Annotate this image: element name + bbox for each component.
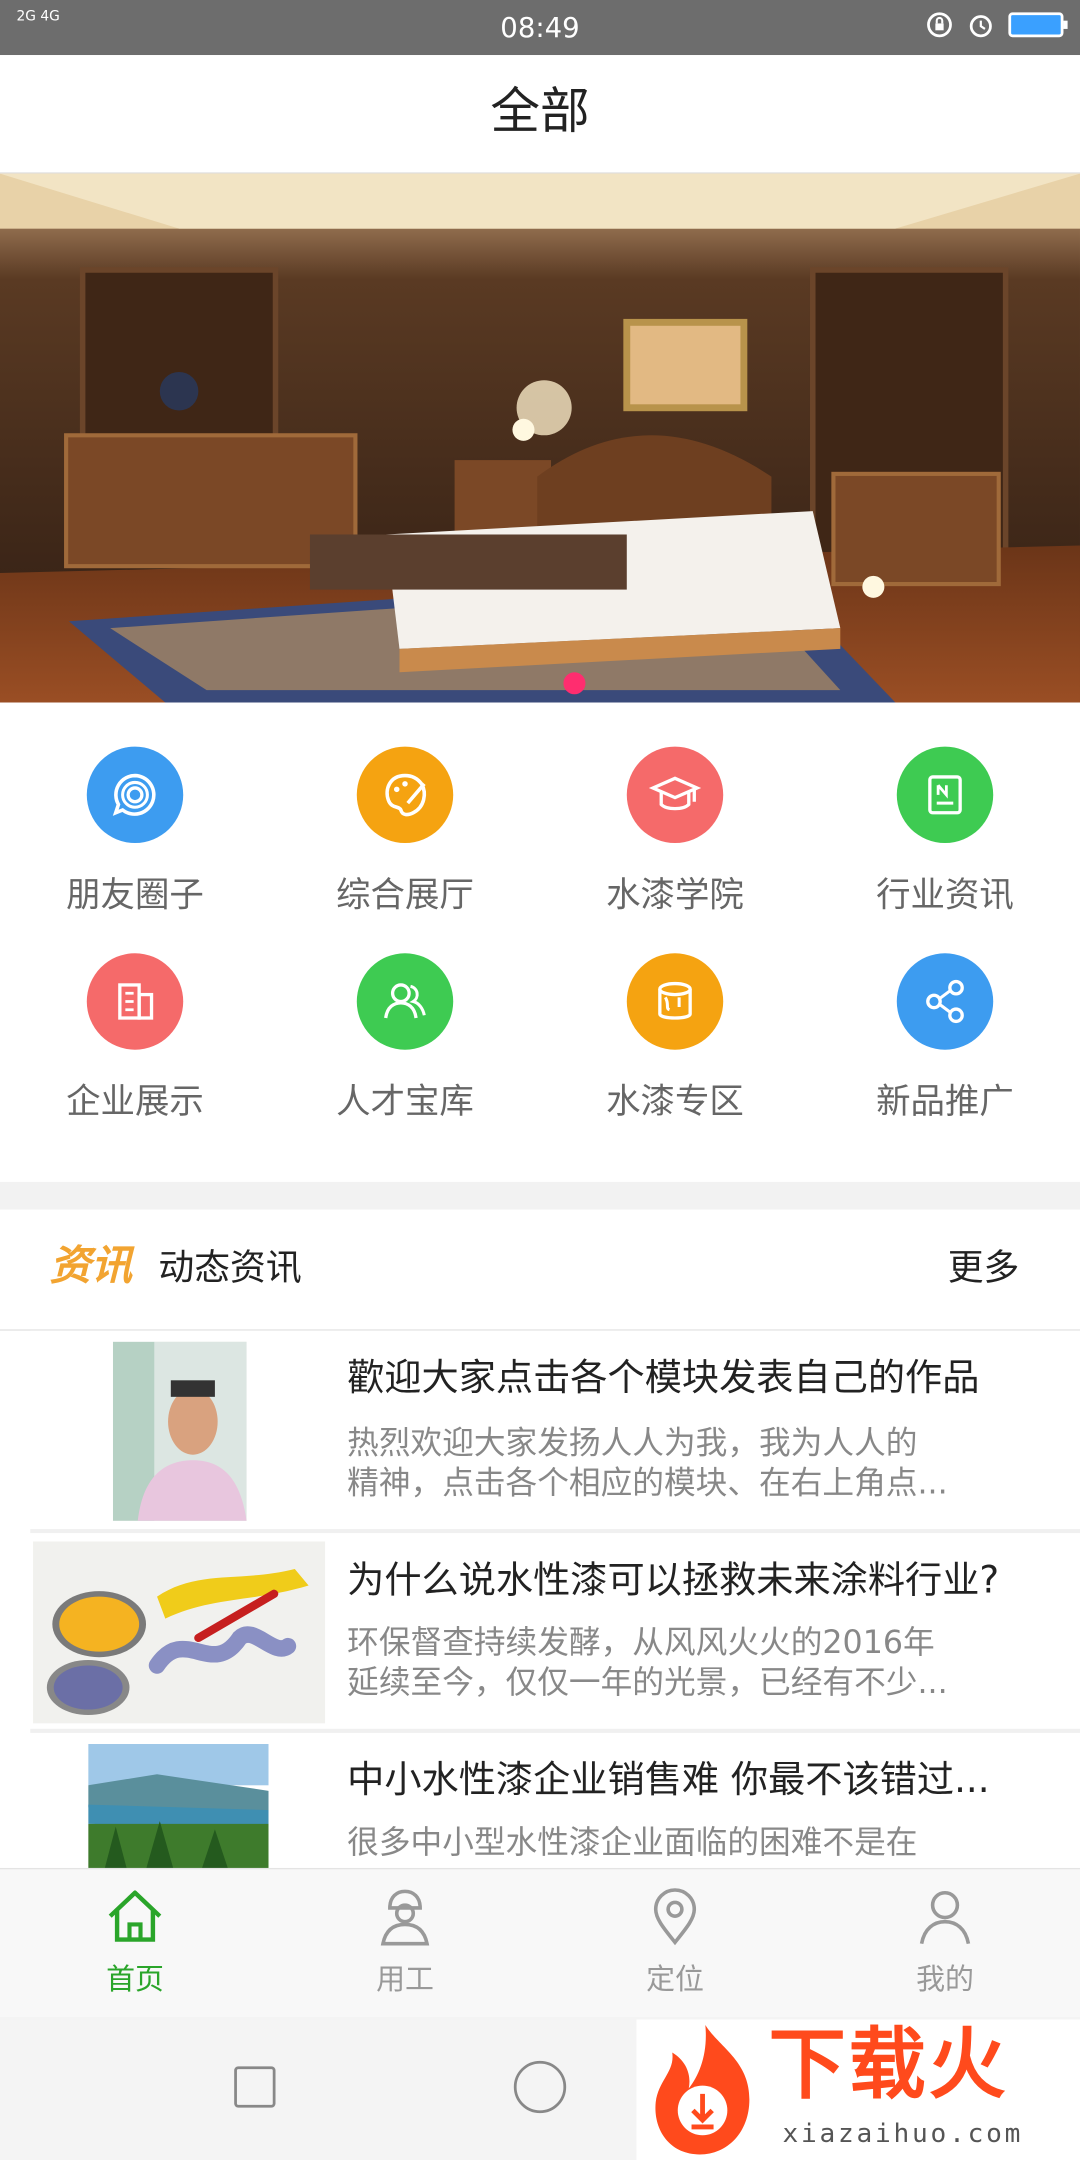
graduation-cap-icon [626,746,724,844]
grid-item-label: 新品推广 [876,1081,1014,1122]
grid-item-friends[interactable]: 朋友圈子 [0,744,270,951]
chat-bubble-icon [86,746,184,844]
tab-jobs[interactable]: 用工 [270,1869,540,2018]
more-link[interactable]: 更多 [948,1245,1020,1292]
recent-apps-button[interactable] [234,2066,276,2108]
news-item-desc: 环保督查持续发酵，从风风火火的2016年 [347,1625,935,1662]
man-portrait-photo [112,1341,247,1521]
people-icon [356,953,454,1050]
grid-item-label: 水漆学院 [606,874,744,915]
grid-item-paint-zone[interactable]: 水漆专区 [540,951,810,1158]
news-section-title: 动态资讯 [158,1248,302,1290]
battery-charging-icon [1008,12,1068,38]
grid-item-enterprise[interactable]: 企业展示 [0,951,270,1158]
alarm-icon [969,15,992,38]
worker-icon [380,1889,430,1946]
news-section-header: 资讯 动态资讯 更多 [0,1209,1080,1331]
bottom-tab-bar: 首页 用工 定位 我的 [0,1867,1080,2018]
grid-item-label: 水漆专区 [606,1081,744,1122]
status-bar: 2G 4G 08:49 [0,0,1080,56]
grid-item-talent[interactable]: 人才宝库 [270,951,540,1158]
news-item-desc: 很多中小型水性漆企业面临的困难不是在 [347,1825,918,1862]
watermark-name: 下载火 [768,2020,1009,2111]
news-item-title: 中小水性漆企业销售难 你最不该错过... [347,1759,990,1802]
status-time: 08:49 [500,11,580,45]
tab-label: 用工 [376,1963,434,1997]
grid-item-label: 人才宝库 [336,1081,474,1122]
watermark-logo: 下载火 xiazaihuo.com [636,2019,1080,2160]
home-icon [108,1890,162,1942]
news-item[interactable]: 为什么说水性漆可以拯救未来涂料行业? 环保督查持续发酵，从风风火火的2016年 … [30,1533,1080,1729]
paint-cans-photo [33,1541,326,1724]
grid-item-label: 企业展示 [66,1081,204,1122]
grid-item-label: 行业资讯 [876,874,1014,915]
palette-icon [356,746,454,844]
grid-item-industry-news[interactable]: 行业资讯 [810,744,1080,951]
tab-location[interactable]: 定位 [540,1869,810,2018]
banner-image [0,173,1080,703]
paint-bucket-icon [626,953,724,1050]
tab-label: 首页 [106,1963,164,1997]
location-pin-icon [653,1888,697,1946]
app-screen: 2G 4G 08:49 全部 朋友圈子 综合展厅 水漆学院 行业资讯 企业展示 … [0,0,1080,2160]
news-item[interactable]: 歡迎大家点击各个模块发表自己的作品 热烈欢迎大家发扬人人为我，我为人人的 精神，… [30,1330,1080,1530]
news-item-desc: 延续至今，仅仅一年的光景，已经有不少... [347,1665,948,1702]
grid-item-label: 综合展厅 [336,874,474,915]
tab-label: 定位 [646,1963,704,1997]
watermark-url: xiazaihuo.com [782,2118,1024,2149]
news-item[interactable]: 中小水性漆企业销售难 你最不该错过... 很多中小型水性漆企业面临的困难不是在 [30,1732,1080,1868]
news-item-title: 歡迎大家点击各个模块发表自己的作品 [347,1356,980,1400]
grid-item-label: 朋友圈子 [66,874,204,915]
lake-landscape-photo [88,1743,269,1868]
user-icon [919,1890,971,1945]
news-brand-logo: 资讯 [49,1242,133,1291]
share-icon [896,953,994,1050]
carousel-indicator-dot[interactable] [562,671,587,696]
building-icon [86,953,184,1050]
section-divider [0,1181,1080,1210]
news-item-title: 为什么说水性漆可以拯救未来涂料行业? [347,1559,1000,1603]
newspaper-icon [896,746,994,844]
tab-profile[interactable]: 我的 [810,1869,1080,2018]
lock-rotate-icon [927,12,952,38]
grid-item-academy[interactable]: 水漆学院 [540,744,810,951]
top-header: 全部 [0,55,1080,174]
page-title: 全部 [490,84,590,141]
grid-item-showroom[interactable]: 综合展厅 [270,744,540,951]
banner-carousel[interactable] [0,173,1080,703]
flame-logo-icon [655,2024,750,2155]
feature-grid: 朋友圈子 综合展厅 水漆学院 行业资讯 企业展示 人才宝库 水漆专区 新品推广 [0,702,1080,1182]
grid-item-new-products[interactable]: 新品推广 [810,951,1080,1158]
home-button[interactable] [513,2060,567,2114]
news-item-desc: 热烈欢迎大家发扬人人为我，我为人人的 [347,1425,918,1462]
tab-home[interactable]: 首页 [0,1869,270,2018]
news-item-desc: 精神，点击各个相应的模块、在右上角点... [347,1465,948,1502]
tab-label: 我的 [916,1963,974,1997]
